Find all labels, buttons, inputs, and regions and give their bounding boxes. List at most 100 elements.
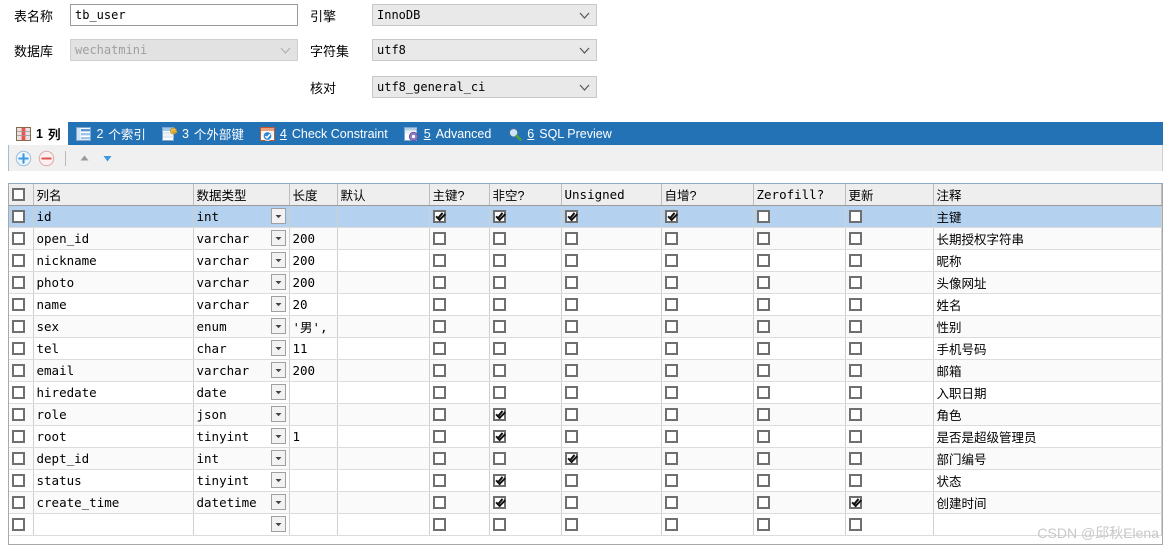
length-cell[interactable]: 200 (289, 359, 338, 382)
comment-cell[interactable]: 邮箱 (933, 359, 1162, 382)
table-row[interactable]: name varchar 20 姓名 (9, 293, 1162, 316)
auto-increment-cell[interactable] (661, 205, 754, 228)
data-type-cell[interactable]: char (193, 337, 290, 360)
primary-key-cell[interactable] (429, 447, 490, 470)
header-column-name[interactable]: 列名 (33, 184, 194, 206)
zerofill-checkbox[interactable] (756, 364, 770, 378)
table-name-input[interactable]: tb_user (70, 4, 298, 26)
auto-increment-cell[interactable] (661, 359, 754, 382)
charset-select[interactable]: utf8 (372, 39, 597, 61)
data-type-dropdown-button[interactable] (270, 340, 286, 356)
header-length[interactable]: 长度 (289, 184, 338, 206)
length-cell[interactable] (289, 447, 338, 470)
row-select-checkbox[interactable] (12, 232, 25, 246)
unsigned-checkbox[interactable] (564, 254, 578, 268)
table-row[interactable]: photo varchar 200 头像网址 (9, 271, 1162, 294)
on-update-cell[interactable] (845, 359, 934, 382)
row-select-checkbox[interactable] (12, 474, 25, 488)
auto-increment-cell[interactable] (661, 271, 754, 294)
tab-foreign-keys[interactable]: 3 个外部键 (154, 122, 252, 145)
auto-increment-checkbox[interactable] (664, 276, 678, 290)
auto-increment-checkbox[interactable] (664, 496, 678, 510)
auto-increment-checkbox[interactable] (664, 298, 678, 312)
auto-increment-cell[interactable] (661, 447, 754, 470)
not-null-checkbox[interactable] (492, 408, 506, 422)
not-null-cell[interactable] (489, 469, 562, 492)
length-cell[interactable] (289, 513, 338, 536)
auto-increment-checkbox[interactable] (664, 386, 678, 400)
auto-increment-checkbox[interactable] (664, 474, 678, 488)
data-type-dropdown-button[interactable] (270, 362, 286, 378)
primary-key-cell[interactable] (429, 315, 490, 338)
row-select-cell[interactable] (9, 359, 34, 382)
not-null-checkbox[interactable] (492, 298, 506, 312)
data-type-cell[interactable]: int (193, 447, 290, 470)
on-update-checkbox[interactable] (848, 452, 862, 466)
not-null-cell[interactable] (489, 271, 562, 294)
primary-key-cell[interactable] (429, 227, 490, 250)
zerofill-checkbox[interactable] (756, 474, 770, 488)
data-type-dropdown-button[interactable] (270, 450, 286, 466)
unsigned-checkbox[interactable] (564, 452, 578, 466)
on-update-cell[interactable] (845, 447, 934, 470)
zerofill-cell[interactable] (753, 315, 846, 338)
length-cell[interactable]: '男', (289, 315, 338, 338)
data-type-dropdown-button[interactable] (270, 516, 286, 532)
default-cell[interactable] (337, 337, 430, 360)
unsigned-cell[interactable] (561, 205, 662, 228)
row-select-cell[interactable] (9, 249, 34, 272)
zerofill-cell[interactable] (753, 359, 846, 382)
unsigned-cell[interactable] (561, 359, 662, 382)
data-type-cell[interactable]: tinyint (193, 469, 290, 492)
on-update-checkbox[interactable] (848, 298, 862, 312)
primary-key-checkbox[interactable] (432, 430, 446, 444)
data-type-cell[interactable]: varchar (193, 227, 290, 250)
auto-increment-checkbox[interactable] (664, 518, 678, 532)
on-update-checkbox[interactable] (848, 276, 862, 290)
on-update-cell[interactable] (845, 249, 934, 272)
on-update-checkbox[interactable] (848, 232, 862, 246)
auto-increment-checkbox[interactable] (664, 364, 678, 378)
auto-increment-cell[interactable] (661, 315, 754, 338)
not-null-cell[interactable] (489, 447, 562, 470)
chevron-down-icon[interactable] (579, 40, 590, 60)
data-type-dropdown-button[interactable] (270, 296, 286, 312)
not-null-checkbox[interactable] (492, 386, 506, 400)
unsigned-cell[interactable] (561, 491, 662, 514)
add-column-button[interactable] (15, 150, 32, 167)
default-cell[interactable] (337, 293, 430, 316)
not-null-cell[interactable] (489, 315, 562, 338)
on-update-checkbox[interactable] (848, 496, 862, 510)
zerofill-cell[interactable] (753, 491, 846, 514)
unsigned-cell[interactable] (561, 381, 662, 404)
zerofill-checkbox[interactable] (756, 386, 770, 400)
row-select-checkbox[interactable] (12, 254, 25, 268)
table-row[interactable]: root tinyint 1 是否是超级管理员 (9, 425, 1162, 448)
header-unsigned[interactable]: Unsigned (561, 184, 662, 206)
data-type-cell[interactable]: date (193, 381, 290, 404)
on-update-cell[interactable] (845, 293, 934, 316)
header-data-type[interactable]: 数据类型 (193, 184, 290, 206)
comment-cell[interactable]: 状态 (933, 469, 1162, 492)
row-select-cell[interactable] (9, 425, 34, 448)
data-type-dropdown-button[interactable] (270, 208, 286, 224)
auto-increment-cell[interactable] (661, 403, 754, 426)
select-all-checkbox[interactable] (12, 188, 25, 202)
zerofill-cell[interactable] (753, 513, 846, 536)
zerofill-checkbox[interactable] (756, 452, 770, 466)
auto-increment-checkbox[interactable] (664, 408, 678, 422)
row-select-cell[interactable] (9, 381, 34, 404)
primary-key-checkbox[interactable] (432, 342, 446, 356)
data-type-dropdown-button[interactable] (270, 318, 286, 334)
header-auto-increment[interactable]: 自增? (661, 184, 754, 206)
primary-key-cell[interactable] (429, 205, 490, 228)
not-null-checkbox[interactable] (492, 254, 506, 268)
header-not-null[interactable]: 非空? (489, 184, 562, 206)
on-update-checkbox[interactable] (848, 210, 862, 224)
unsigned-checkbox[interactable] (564, 210, 578, 224)
on-update-cell[interactable] (845, 315, 934, 338)
comment-cell[interactable] (933, 513, 1162, 536)
on-update-checkbox[interactable] (848, 342, 862, 356)
primary-key-cell[interactable] (429, 469, 490, 492)
not-null-cell[interactable] (489, 403, 562, 426)
